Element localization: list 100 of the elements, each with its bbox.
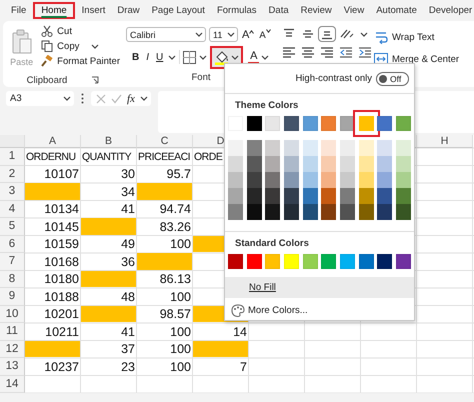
ribbon-tab[interactable]: Automate xyxy=(371,2,422,18)
bold-button[interactable]: B xyxy=(130,52,142,62)
cancel-icon xyxy=(96,94,106,104)
table-cell: 37 xyxy=(121,342,135,356)
color-swatch[interactable] xyxy=(265,156,280,172)
color-swatch[interactable] xyxy=(246,172,262,188)
ribbon-tab[interactable]: Formulas xyxy=(212,2,262,18)
color-swatch[interactable] xyxy=(321,188,336,204)
color-swatch[interactable] xyxy=(284,140,299,156)
underline-button[interactable]: U xyxy=(154,52,166,62)
color-swatch[interactable] xyxy=(377,140,392,156)
ribbon-tab[interactable]: Developer xyxy=(424,2,474,18)
color-swatch[interactable] xyxy=(340,156,355,172)
color-swatch[interactable] xyxy=(340,188,355,204)
color-swatch[interactable] xyxy=(321,172,336,188)
color-swatch[interactable] xyxy=(358,140,374,156)
color-swatch[interactable] xyxy=(377,204,392,220)
italic-button[interactable]: I xyxy=(144,52,152,62)
table-cell: 100 xyxy=(170,324,191,339)
table-cell: 14 xyxy=(233,324,247,339)
border-grid-icon xyxy=(183,50,196,64)
color-swatch[interactable] xyxy=(396,188,411,204)
color-swatch[interactable] xyxy=(246,156,262,172)
color-swatch[interactable] xyxy=(228,172,243,188)
format-painter-button[interactable]: Format Painter xyxy=(41,55,120,67)
color-swatch[interactable] xyxy=(228,156,243,172)
color-swatch[interactable] xyxy=(302,172,318,188)
cut-button[interactable]: Cut xyxy=(41,25,120,37)
high-contrast-toggle[interactable]: Off xyxy=(376,72,409,86)
no-fill-item[interactable]: No Fill xyxy=(225,277,414,298)
color-swatch[interactable] xyxy=(377,156,392,172)
insert-function-button[interactable]: fx xyxy=(127,92,135,104)
color-swatch[interactable] xyxy=(396,172,411,188)
ribbon-tab[interactable]: Home xyxy=(33,2,75,18)
caret-icon xyxy=(140,95,148,102)
color-swatch[interactable] xyxy=(284,204,299,220)
row-header: 7 xyxy=(0,253,25,270)
color-swatch[interactable] xyxy=(246,188,262,204)
align-center-icon xyxy=(301,46,315,58)
row-header: 1 xyxy=(0,148,25,166)
color-swatch[interactable] xyxy=(358,204,374,220)
color-swatch[interactable] xyxy=(228,188,243,204)
color-swatch[interactable] xyxy=(396,140,411,156)
ribbon-tab[interactable]: View xyxy=(338,2,370,18)
color-swatch[interactable] xyxy=(396,156,411,172)
table-cell: 94.74 xyxy=(160,202,191,216)
ribbon-tab[interactable]: Review xyxy=(296,2,337,18)
color-swatch[interactable] xyxy=(340,172,355,188)
caret-icon xyxy=(360,30,368,38)
ribbon-tab[interactable]: File xyxy=(6,2,32,18)
color-swatch[interactable] xyxy=(352,110,380,137)
color-swatch[interactable] xyxy=(228,204,243,220)
color-swatch[interactable] xyxy=(246,204,262,220)
color-swatch[interactable] xyxy=(358,188,374,204)
color-swatch[interactable] xyxy=(358,172,374,188)
caret-icon xyxy=(168,54,176,60)
palette-icon xyxy=(231,304,245,316)
launcher-icon xyxy=(91,76,100,84)
color-swatch[interactable] xyxy=(321,156,336,172)
color-swatch[interactable] xyxy=(302,188,318,204)
color-swatch[interactable] xyxy=(340,140,355,156)
text-angle-icon xyxy=(339,28,355,40)
color-swatch[interactable] xyxy=(396,204,411,220)
table-cell: 98.57 xyxy=(160,307,191,322)
color-swatch[interactable] xyxy=(340,204,355,220)
shrink-font-button[interactable]: A xyxy=(258,28,272,41)
font-name-field[interactable]: Calibri xyxy=(126,27,206,42)
color-swatch[interactable] xyxy=(284,156,299,172)
ribbon-tab[interactable]: Data xyxy=(264,2,294,18)
color-swatch[interactable] xyxy=(265,188,280,204)
color-swatch[interactable] xyxy=(265,204,280,220)
color-swatch[interactable] xyxy=(284,188,299,204)
ribbon-tab[interactable]: Insert xyxy=(76,2,110,18)
color-swatch[interactable] xyxy=(228,140,243,156)
ribbon-tab[interactable]: Page Layout xyxy=(146,2,210,18)
wrap-text-button[interactable]: Wrap Text xyxy=(374,30,474,44)
color-swatch[interactable] xyxy=(377,172,392,188)
copy-button[interactable]: Copy xyxy=(41,40,120,52)
name-box[interactable]: A3 xyxy=(6,91,74,106)
grow-font-button[interactable]: A xyxy=(241,28,256,40)
caret-icon xyxy=(261,54,270,60)
font-size-field[interactable]: 11 xyxy=(209,27,238,42)
caret-icon xyxy=(227,31,235,38)
color-swatch[interactable] xyxy=(321,140,336,156)
color-swatch[interactable] xyxy=(265,140,280,156)
table-cell: 10180 xyxy=(44,272,79,286)
color-swatch[interactable] xyxy=(265,172,280,188)
color-swatch[interactable] xyxy=(302,140,318,156)
color-swatch[interactable] xyxy=(321,204,336,220)
align-left-icon xyxy=(282,46,296,58)
ribbon-tab[interactable]: Draw xyxy=(112,2,145,18)
color-swatch[interactable] xyxy=(377,188,392,204)
color-swatch[interactable] xyxy=(246,140,262,156)
color-swatch[interactable] xyxy=(284,172,299,188)
color-swatch[interactable] xyxy=(358,156,374,172)
toggle-label: High-contrast only xyxy=(295,73,372,84)
color-swatch[interactable] xyxy=(302,204,318,220)
table-cell: 100 xyxy=(170,290,191,304)
more-colors-item[interactable]: More Colors... xyxy=(227,298,412,322)
color-swatch[interactable] xyxy=(302,156,318,172)
